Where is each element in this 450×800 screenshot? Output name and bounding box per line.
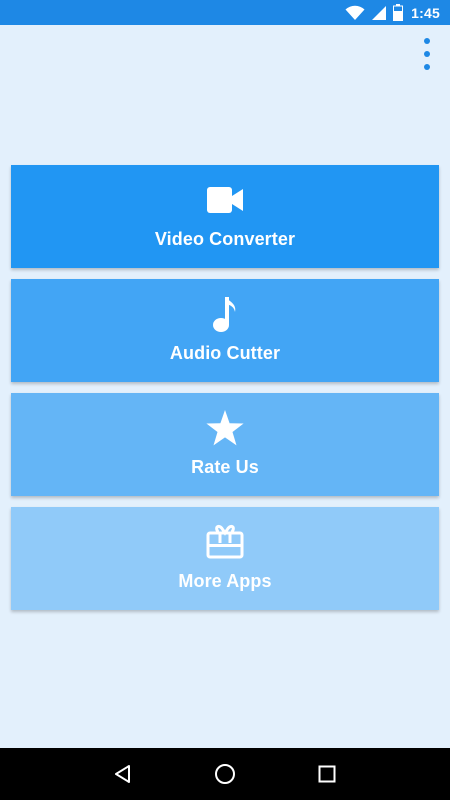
main-menu: Video Converter Audio Cutter Rate Us Mor… (11, 165, 439, 621)
signal-icon (371, 5, 387, 21)
battery-icon (393, 4, 404, 21)
gift-card-icon (206, 523, 244, 561)
video-converter-button[interactable]: Video Converter (11, 165, 439, 268)
recents-icon[interactable] (307, 754, 347, 794)
more-apps-button[interactable]: More Apps (11, 507, 439, 610)
overflow-dot (424, 38, 430, 44)
more-vert-icon[interactable] (418, 38, 436, 70)
back-icon[interactable] (103, 754, 143, 794)
star-icon (206, 409, 244, 447)
video-converter-label: Video Converter (154, 229, 296, 249)
overflow-dot (424, 64, 430, 70)
home-icon[interactable] (205, 754, 245, 794)
rate-us-label: Rate Us (191, 457, 259, 477)
more-apps-label: More Apps (178, 571, 272, 591)
wifi-icon (345, 5, 365, 21)
audio-cutter-button[interactable]: Audio Cutter (11, 279, 439, 382)
navigation-bar (0, 748, 450, 800)
overflow-dot (424, 51, 430, 57)
status-bar: 1:45 (0, 0, 450, 25)
video-camera-icon (207, 181, 243, 219)
audio-cutter-label: Audio Cutter (169, 343, 281, 363)
status-time: 1:45 (411, 4, 440, 21)
music-note-icon (212, 295, 238, 333)
rate-us-button[interactable]: Rate Us (11, 393, 439, 496)
